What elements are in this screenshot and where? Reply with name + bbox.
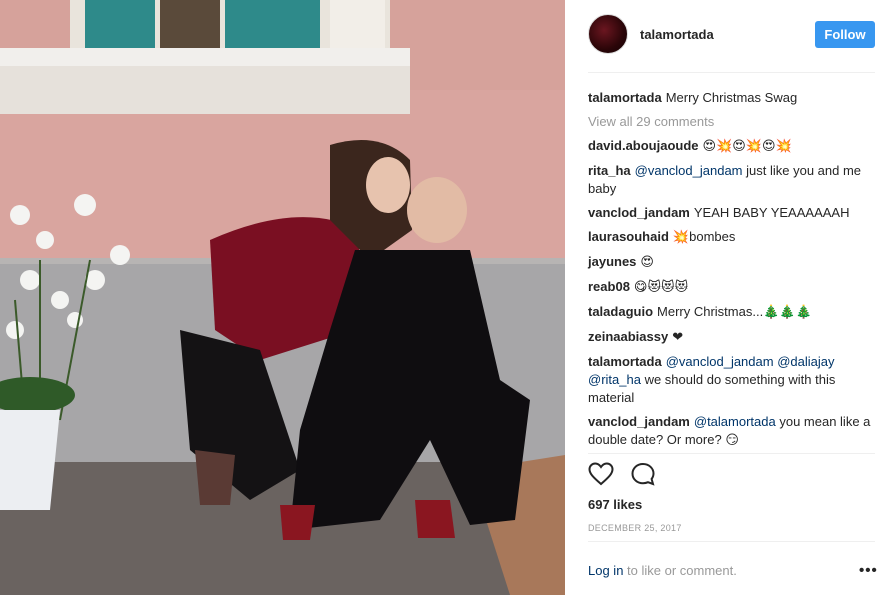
comment-item: david.aboujaoude 😍💥😍💥😍💥 bbox=[588, 137, 873, 156]
comment-item: taladaguio Merry Christmas...🎄🎄🎄 bbox=[588, 303, 873, 322]
header-username[interactable]: talamortada bbox=[640, 27, 714, 42]
comment-emoji: 💥 bbox=[672, 230, 690, 245]
more-options-icon[interactable]: ••• bbox=[859, 562, 878, 579]
photo-illustration bbox=[0, 0, 565, 595]
caption-username[interactable]: talamortada bbox=[588, 90, 662, 105]
comment-username[interactable]: taladaguio bbox=[588, 304, 653, 319]
comment-mention-link[interactable]: @vanclod_jandam bbox=[635, 163, 743, 178]
comment-container: david.aboujaoude 😍💥😍💥😍💥 rita_ha @vanclod_ja… bbox=[588, 137, 873, 450]
comment-username[interactable]: laurasouhaid bbox=[588, 229, 669, 244]
header-divider bbox=[588, 72, 875, 73]
comment-emoji: ❤ bbox=[672, 330, 684, 345]
post-side-panel: talamortada Follow talamortada Merry Chri… bbox=[565, 0, 882, 595]
comment-username[interactable]: vanclod_jandam bbox=[588, 205, 690, 220]
comment-item: jayunes 😍 bbox=[588, 253, 873, 272]
comment-text: bombes bbox=[689, 229, 736, 244]
comment-mention-link[interactable]: @talamortada bbox=[694, 414, 776, 429]
comment-bubble-icon[interactable] bbox=[630, 462, 656, 489]
comment-item: reab08 😋😻😻😻 bbox=[588, 278, 873, 297]
comments-divider bbox=[588, 453, 875, 454]
comments-list: talamortada Merry Christmas Swag View all… bbox=[588, 89, 873, 456]
caption-text: Merry Christmas Swag bbox=[665, 90, 798, 105]
comment-emoji: 😍 bbox=[640, 255, 654, 270]
avatar[interactable] bbox=[588, 14, 628, 54]
post-header: talamortada Follow bbox=[565, 0, 882, 72]
follow-button[interactable]: Follow bbox=[815, 21, 875, 48]
heart-icon[interactable] bbox=[588, 462, 614, 489]
likes-count[interactable]: 697 likes bbox=[588, 497, 642, 512]
comment-username[interactable]: vanclod_jandam bbox=[588, 414, 690, 429]
view-all-comments-link[interactable]: View all 29 comments bbox=[588, 113, 873, 131]
caption: talamortada Merry Christmas Swag bbox=[588, 89, 873, 107]
comment-item: laurasouhaid 💥bombes bbox=[588, 228, 873, 247]
comment-username[interactable]: talamortada bbox=[588, 354, 662, 369]
comment-emoji: 😋😻😻😻 bbox=[633, 280, 689, 295]
post-date: DECEMBER 25, 2017 bbox=[588, 523, 682, 533]
comment-emoji: 🎄🎄🎄 bbox=[763, 305, 812, 320]
comment-username[interactable]: rita_ha bbox=[588, 163, 631, 178]
comment-item: zeinaabiassy ❤ bbox=[588, 328, 873, 347]
comment-emoji: 😏 bbox=[725, 433, 739, 448]
comment-mention-link[interactable]: @daliajay bbox=[777, 354, 834, 369]
comment-item: vanclod_jandam YEAH BABY YEAAAAAAH bbox=[588, 204, 873, 222]
comment-username[interactable]: reab08 bbox=[588, 279, 630, 294]
login-prompt: Log in to like or comment. bbox=[588, 563, 737, 578]
comment-emoji: 😍💥😍💥😍💥 bbox=[702, 139, 792, 154]
login-prompt-text: to like or comment. bbox=[623, 563, 737, 578]
comment-item: rita_ha @vanclod_jandam just like you and… bbox=[588, 162, 873, 198]
comment-text: YEAH BABY YEAAAAAAH bbox=[693, 205, 850, 220]
login-link[interactable]: Log in bbox=[588, 563, 623, 578]
footer-divider bbox=[588, 541, 875, 542]
comment-mention-link[interactable]: @rita_ha bbox=[588, 372, 641, 387]
comment-username[interactable]: david.aboujaoude bbox=[588, 138, 699, 153]
post-photo[interactable] bbox=[0, 0, 565, 595]
comment-username[interactable]: zeinaabiassy bbox=[588, 329, 668, 344]
comment-mention-link[interactable]: @vanclod_jandam bbox=[666, 354, 774, 369]
comment-item: vanclod_jandam @talamortada you mean like… bbox=[588, 413, 873, 450]
comment-text: Merry Christmas... bbox=[657, 304, 764, 319]
comment-username[interactable]: jayunes bbox=[588, 254, 636, 269]
comment-item: talamortada @vanclod_jandam @daliajay @ri… bbox=[588, 353, 873, 407]
action-bar bbox=[588, 462, 668, 490]
